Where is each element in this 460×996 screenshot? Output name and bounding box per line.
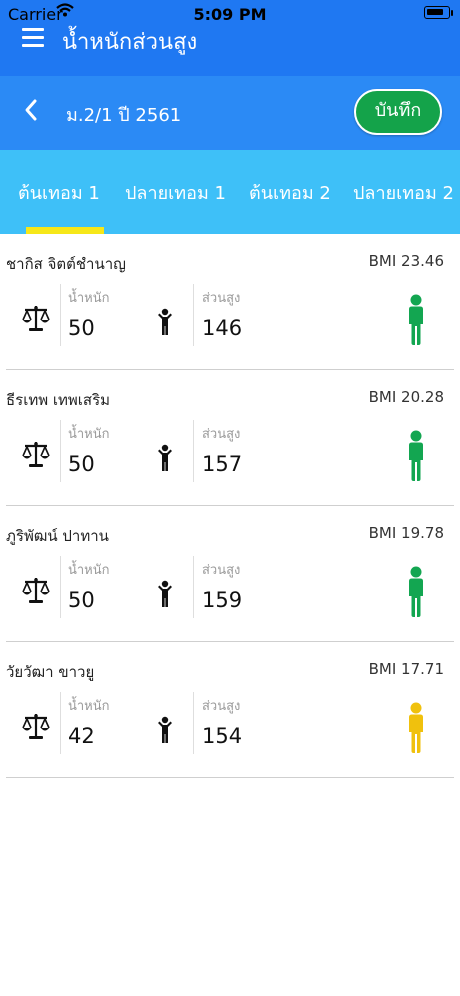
student-name: วัยวัฒา ขาวยู: [6, 663, 95, 681]
scale-icon: [22, 578, 50, 603]
tab-term-1-end[interactable]: ปลายเทอม 1: [125, 178, 226, 207]
height-label: ส่วนสูง: [202, 699, 241, 714]
child-icon: [158, 580, 172, 607]
bmi-value: BMI 20.28: [368, 388, 444, 406]
bmi-value: BMI 23.46: [368, 252, 444, 270]
weight-value[interactable]: 50: [68, 316, 95, 340]
scale-icon: [22, 442, 50, 467]
height-label: ส่วนสูง: [202, 427, 241, 442]
weight-label: น้ำหนัก: [68, 563, 110, 578]
weight-value[interactable]: 50: [68, 588, 95, 612]
tab-selected-indicator: [26, 227, 104, 234]
child-icon: [158, 308, 172, 335]
battery-icon: [424, 6, 450, 19]
weight-label: น้ำหนัก: [68, 699, 110, 714]
person-icon: [409, 430, 423, 481]
term-tab-bar: ต้นเทอม 1 ปลายเทอม 1 ต้นเทอม 2 ปลายเทอม …: [0, 150, 460, 234]
height-value[interactable]: 159: [202, 588, 242, 612]
height-value[interactable]: 154: [202, 724, 242, 748]
student-name: ธีรเทพ เทพเสริม: [6, 391, 111, 409]
row-divider: [6, 777, 454, 778]
height-value[interactable]: 146: [202, 316, 242, 340]
student-row[interactable]: ภูริพัฒน์ ปาทาน BMI 19.78 น้ำหนัก 50 ส่ว…: [0, 506, 460, 642]
height-label: ส่วนสูง: [202, 291, 241, 306]
class-label: ม.2/1 ปี 2561: [66, 105, 182, 126]
bmi-value: BMI 17.71: [368, 660, 444, 678]
tab-term-2-start[interactable]: ต้นเทอม 2: [249, 178, 331, 207]
person-icon: [409, 702, 423, 753]
weight-label: น้ำหนัก: [68, 291, 110, 306]
height-label: ส่วนสูง: [202, 563, 241, 578]
child-icon: [158, 716, 172, 743]
status-time: 5:09 PM: [193, 5, 267, 24]
student-row[interactable]: วัยวัฒา ขาวยู BMI 17.71 น้ำหนัก 42 ส่วนส…: [0, 642, 460, 778]
student-name: ชากิส จิตต์ชำนาญ: [6, 255, 126, 273]
person-icon: [409, 566, 423, 617]
height-value[interactable]: 157: [202, 452, 242, 476]
scale-icon: [22, 306, 50, 331]
chevron-left-icon[interactable]: [24, 98, 38, 122]
tab-term-1-start[interactable]: ต้นเทอม 1: [18, 178, 100, 207]
hamburger-icon[interactable]: [22, 28, 44, 48]
class-bar: ม.2/1 ปี 2561 บันทึก: [0, 76, 460, 150]
student-row[interactable]: ธีรเทพ เทพเสริม BMI 20.28 น้ำหนัก 50 ส่ว…: [0, 370, 460, 506]
child-icon: [158, 444, 172, 471]
tab-term-2-end[interactable]: ปลายเทอม 2: [353, 178, 454, 207]
person-icon: [409, 294, 423, 345]
student-name: ภูริพัฒน์ ปาทาน: [6, 527, 109, 545]
bmi-value: BMI 19.78: [368, 524, 444, 542]
scale-icon: [22, 714, 50, 739]
save-button[interactable]: บันทึก: [354, 89, 442, 135]
page-title: น้ำหนักส่วนสูง: [62, 30, 198, 55]
weight-label: น้ำหนัก: [68, 427, 110, 442]
app-bar: น้ำหนักส่วนสูง: [0, 28, 460, 76]
weight-value[interactable]: 50: [68, 452, 95, 476]
student-row[interactable]: ชากิส จิตต์ชำนาญ BMI 23.46 น้ำหนัก 50 ส่…: [0, 234, 460, 370]
weight-value[interactable]: 42: [68, 724, 95, 748]
